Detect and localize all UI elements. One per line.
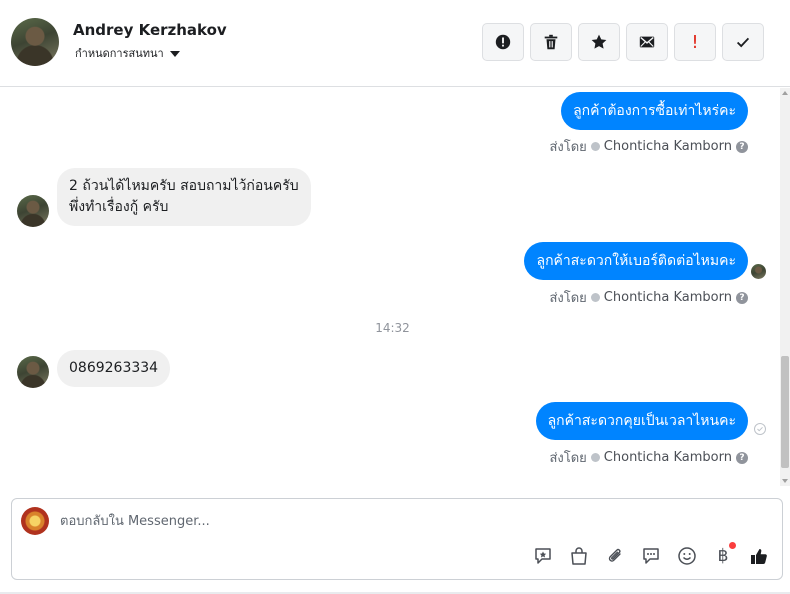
sent-by-info: ส่งโดย Chonticha Kamborn ? xyxy=(549,287,748,308)
notification-dot xyxy=(729,542,736,549)
alert-circle-icon xyxy=(495,34,511,50)
scroll-down-arrow-icon[interactable] xyxy=(782,479,788,483)
message-line: 2 ถ้วนได้ไหมครับ สอบถามไว้ก่อนครับ xyxy=(69,178,299,194)
sent-by-agent: Chonticha Kamborn xyxy=(603,450,732,465)
sent-by-info: ส่งโดย Chonticha Kamborn ? xyxy=(549,447,748,468)
emoji-button[interactable] xyxy=(676,545,698,567)
conversation-status-dropdown[interactable]: กำหนดการสนทนา xyxy=(75,44,180,62)
attachment-icon xyxy=(608,548,621,562)
sent-status-icon xyxy=(590,453,600,462)
sent-check-icon xyxy=(754,423,766,435)
message-thread[interactable]: ลูกค้าต้องการซื้อเท่าไหร่คะ ส่งโดย Chont… xyxy=(0,88,790,486)
incoming-message[interactable]: 2 ถ้วนได้ไหมครับ สอบถามไว้ก่อนครับ พึ่งท… xyxy=(57,168,311,226)
sent-by-prefix: ส่งโดย xyxy=(549,291,587,306)
contact-avatar-small[interactable] xyxy=(17,195,49,227)
composer-toolbar: ฿ xyxy=(532,542,770,567)
emoji-icon xyxy=(678,547,696,565)
star-button[interactable] xyxy=(578,23,620,61)
mark-spam-button[interactable] xyxy=(482,23,524,61)
sent-by-prefix: ส่งโดย xyxy=(549,451,587,466)
help-icon[interactable]: ? xyxy=(736,291,748,304)
mark-done-button[interactable] xyxy=(722,23,764,61)
caret-down-icon xyxy=(169,50,180,57)
contact-avatar-small[interactable] xyxy=(17,356,49,388)
shop-bag-icon xyxy=(571,547,587,565)
sent-by-info: ส่งโดย Chonticha Kamborn ? xyxy=(549,136,748,157)
envelope-icon xyxy=(639,36,655,48)
outgoing-message[interactable]: ลูกค้าต้องการซื้อเท่าไหร่คะ xyxy=(561,92,748,130)
sent-by-agent: Chonticha Kamborn xyxy=(603,139,732,154)
attach-file-button[interactable] xyxy=(604,545,626,567)
thread-scrollbar[interactable] xyxy=(780,88,790,486)
chat-button[interactable] xyxy=(640,545,662,567)
sent-by-prefix: ส่งโดย xyxy=(549,140,587,155)
saved-reply-button[interactable] xyxy=(532,545,554,567)
check-icon xyxy=(736,37,750,48)
exclamation-icon: ! xyxy=(691,31,699,53)
baht-icon: ฿ xyxy=(717,546,729,566)
saved-reply-icon xyxy=(535,548,551,564)
shop-button[interactable] xyxy=(568,545,590,567)
page-avatar xyxy=(21,507,49,535)
message-timestamp: 14:32 xyxy=(375,321,410,335)
star-icon xyxy=(591,34,607,49)
reply-composer: ฿ xyxy=(11,498,783,580)
messenger-inbox-window: Andrey Kerzhakov กำหนดการสนทนา ! ลูกค้าต… xyxy=(0,0,790,594)
thumbs-up-icon xyxy=(751,549,767,564)
sent-status-icon xyxy=(590,142,600,151)
payment-button[interactable]: ฿ xyxy=(712,542,736,567)
outgoing-message[interactable]: ลูกค้าสะดวกคุยเป็นเวลาไหนคะ xyxy=(535,402,748,440)
sent-by-agent: Chonticha Kamborn xyxy=(603,290,732,305)
like-button[interactable] xyxy=(748,545,770,567)
outgoing-message[interactable]: ลูกค้าสะดวกให้เบอร์ติดต่อไหมคะ xyxy=(524,242,748,280)
message-line: 0869263334 xyxy=(69,360,159,376)
conversation-header: Andrey Kerzhakov กำหนดการสนทนา ! xyxy=(0,0,790,87)
message-line: พึ่งทำเรื่องกู้ ครับ xyxy=(69,199,169,215)
contact-avatar[interactable] xyxy=(11,18,59,66)
help-icon[interactable]: ? xyxy=(736,140,748,153)
sent-status-icon xyxy=(590,293,600,302)
scroll-up-arrow-icon[interactable] xyxy=(782,91,788,95)
incoming-message[interactable]: 0869263334 xyxy=(57,350,171,387)
help-icon[interactable]: ? xyxy=(736,451,748,464)
scrollbar-thumb[interactable] xyxy=(781,356,789,468)
chat-bubble-icon xyxy=(643,548,659,564)
follow-up-button[interactable]: ! xyxy=(674,23,716,61)
conversation-actions: ! xyxy=(482,23,764,61)
trash-icon xyxy=(544,34,558,50)
seen-by-avatar xyxy=(751,264,766,279)
reply-input[interactable] xyxy=(60,511,660,531)
contact-name[interactable]: Andrey Kerzhakov xyxy=(73,21,227,39)
conversation-status-label: กำหนดการสนทนา xyxy=(75,47,164,60)
delete-button[interactable] xyxy=(530,23,572,61)
mark-unread-button[interactable] xyxy=(626,23,668,61)
